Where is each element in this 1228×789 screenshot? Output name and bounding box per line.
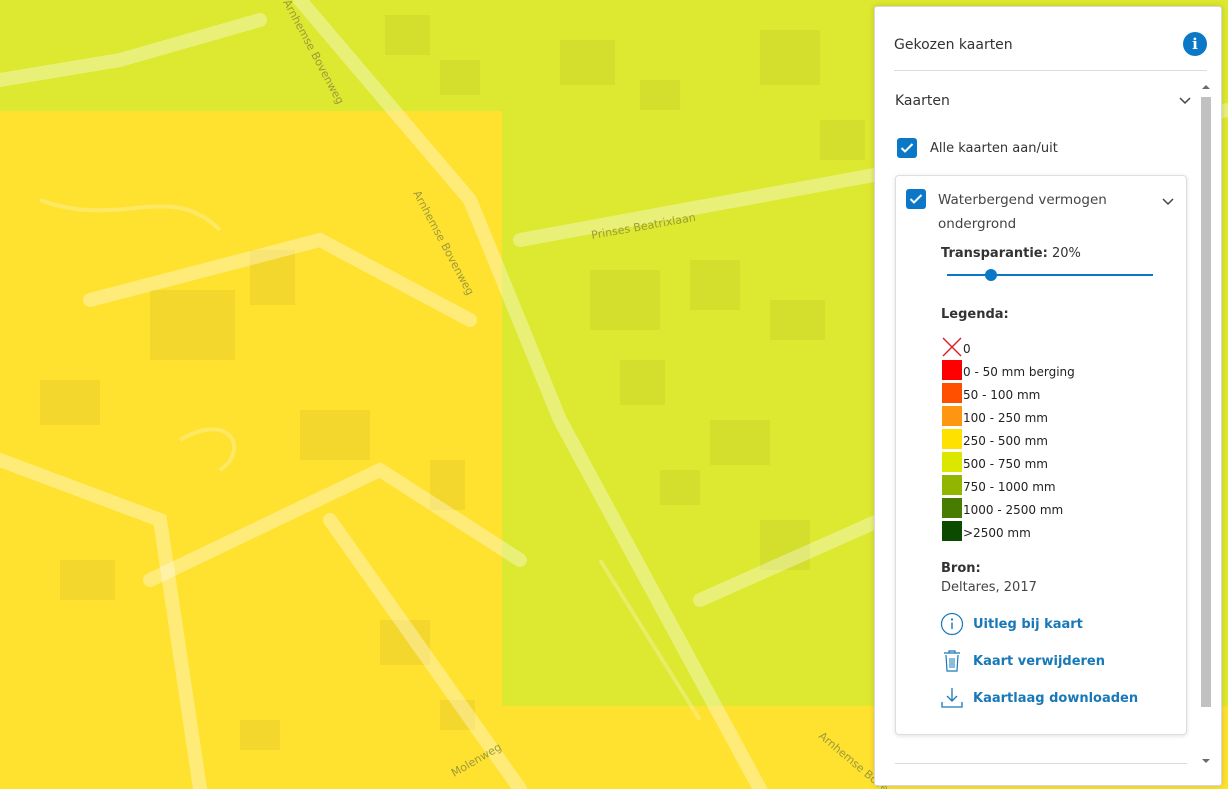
transparency-value: 20% [1051, 246, 1081, 261]
cross-icon [942, 337, 962, 357]
legend-label: 1000 - 2500 mm [963, 503, 1064, 517]
legend-title: Legenda: [941, 307, 1009, 322]
chosen-maps-panel: Gekozen kaarten i Kaarten Alle kaarten a… [874, 6, 1222, 786]
transparency-label: Transparantie [941, 246, 1043, 261]
legend-swatch [942, 498, 962, 518]
section-kaarten-toggle[interactable]: Kaarten [895, 93, 1191, 123]
legend-item: 50 - 100 mm [942, 382, 1162, 405]
transparency-slider[interactable] [947, 268, 1153, 282]
info-outline-icon [940, 612, 964, 636]
legend-item: 750 - 1000 mm [942, 474, 1162, 497]
panel-scroll-area[interactable]: Kaarten Alle kaarten aan/uit Waterbergen… [875, 81, 1221, 769]
layer-checkbox[interactable] [906, 189, 926, 209]
legend-label: 0 - 50 mm berging [963, 365, 1075, 379]
all-maps-label: Alle kaarten aan/uit [930, 141, 1058, 156]
source-value: Deltares, 2017 [941, 580, 1037, 595]
legend-swatch [942, 383, 962, 403]
legend-swatch [942, 475, 962, 495]
trash-icon [944, 650, 960, 672]
legend-item: 0 - 50 mm berging [942, 359, 1162, 382]
scroll-up-arrow-icon[interactable] [1202, 84, 1210, 90]
legend-swatch [942, 406, 962, 426]
legend-label: 50 - 100 mm [963, 388, 1041, 402]
scroll-down-arrow-icon[interactable] [1202, 758, 1210, 764]
slider-thumb[interactable] [984, 269, 997, 281]
legend-item: 100 - 250 mm [942, 405, 1162, 428]
panel-header: Gekozen kaarten i [894, 23, 1207, 71]
legend-item: >2500 mm [942, 520, 1162, 543]
transparency-separator: : [1042, 246, 1048, 261]
legend-item: 250 - 500 mm [942, 428, 1162, 451]
legend-swatch [942, 429, 962, 449]
slider-track [947, 274, 1153, 276]
scrollbar-thumb[interactable] [1201, 97, 1211, 707]
legend-list: 0 0 - 50 mm berging 50 - 100 mm 100 - 250 m… [942, 336, 1162, 543]
download-icon [941, 688, 963, 708]
checkmark-icon [909, 194, 923, 204]
legend-item: 1000 - 2500 mm [942, 497, 1162, 520]
layer-title: Waterbergend vermogen ondergrond [938, 192, 1107, 232]
legend-swatch [942, 360, 962, 380]
legend-label: >2500 mm [963, 526, 1031, 540]
panel-title: Gekozen kaarten [894, 37, 1013, 53]
transparency-row: Transparantie: 20% [941, 246, 1081, 261]
download-layer-label: Kaartlaag downloaden [973, 691, 1139, 706]
section-kaarten-label: Kaarten [895, 93, 950, 109]
explain-map-label: Uitleg bij kaart [973, 617, 1083, 632]
all-maps-checkbox[interactable] [897, 138, 917, 158]
remove-map-label: Kaart verwijderen [973, 654, 1105, 669]
legend-label: 750 - 1000 mm [963, 480, 1056, 494]
layer-card: Waterbergend vermogen ondergrond Transpa… [895, 175, 1187, 735]
legend-label: 0 [963, 342, 971, 356]
panel-scrollbar[interactable] [1199, 81, 1213, 767]
source-title: Bron: [941, 561, 981, 576]
chevron-down-icon [1179, 97, 1191, 105]
chevron-down-icon[interactable] [1162, 198, 1174, 206]
legend-item: 500 - 750 mm [942, 451, 1162, 474]
legend-label: 100 - 250 mm [963, 411, 1048, 425]
legend-swatch [942, 521, 962, 541]
legend-swatch [942, 452, 962, 472]
checkmark-icon [900, 143, 914, 153]
info-icon[interactable]: i [1183, 32, 1207, 56]
legend-label: 500 - 750 mm [963, 457, 1048, 471]
legend-label: 250 - 500 mm [963, 434, 1048, 448]
section-divider [895, 763, 1187, 764]
legend-item: 0 [942, 336, 1162, 359]
